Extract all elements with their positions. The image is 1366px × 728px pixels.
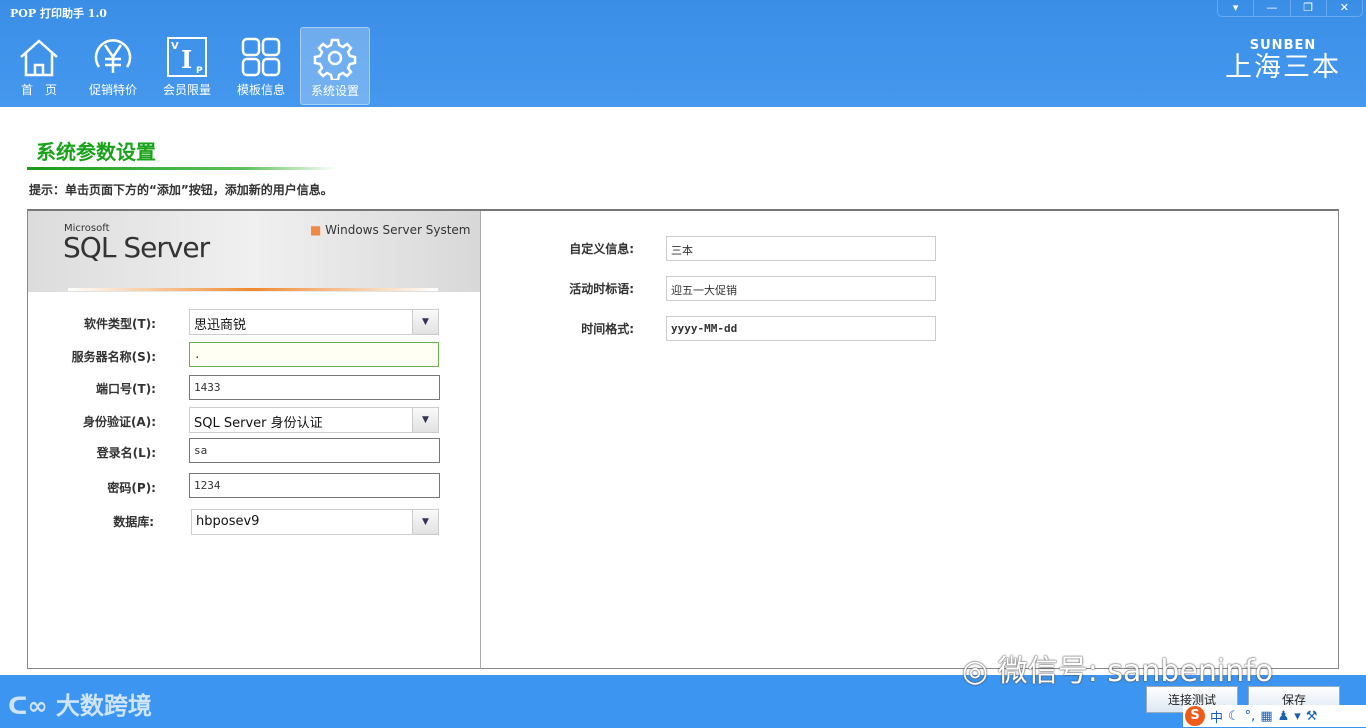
moon-icon[interactable]: ☾ bbox=[1228, 709, 1240, 724]
banner-product: SQL Server bbox=[63, 231, 210, 264]
minimize-button[interactable]: — bbox=[1254, 0, 1291, 16]
custom-info-label: 自定义信息: bbox=[569, 242, 634, 256]
port-label: 端口号(T): bbox=[96, 382, 156, 396]
password-label: 密码(P): bbox=[107, 481, 156, 495]
logo-mark-icon: ᑕ∞ bbox=[8, 692, 56, 720]
auth-select[interactable]: SQL Server 身份认证 ▼ bbox=[189, 407, 439, 433]
date-format-input[interactable]: yyyy-MM-dd bbox=[666, 316, 936, 341]
brand-en: SUNBEN bbox=[1249, 38, 1317, 53]
footer-logo: ᑕ∞ 大数跨境 bbox=[8, 686, 152, 721]
nav-home[interactable]: 首 页 bbox=[4, 27, 74, 105]
chevron-down-icon[interactable]: ▼ bbox=[412, 510, 438, 534]
database-select[interactable]: hbposev9 ▼ bbox=[191, 509, 439, 535]
custom-info-input[interactable]: 三本 bbox=[666, 236, 936, 261]
window-controls: ▾ — ❐ ✕ bbox=[1217, 0, 1363, 17]
title-divider bbox=[27, 167, 337, 170]
banner-wss-text: Windows Server System bbox=[325, 223, 471, 237]
punctuation-icon[interactable]: °, bbox=[1245, 709, 1256, 724]
header-bar: POP 打印助手 1.0 ▾ — ❐ ✕ 首 页 促销特价 VIP 会员限量 模… bbox=[0, 0, 1366, 107]
date-format-label: 时间格式: bbox=[581, 322, 634, 336]
login-input[interactable]: sa bbox=[189, 438, 440, 463]
password-input[interactable]: 1234 bbox=[189, 473, 440, 498]
watermark: ◎ 微信号: sanbeninfo bbox=[962, 646, 1273, 690]
brand-cn: 上海三本 bbox=[1225, 52, 1341, 83]
server-name-label: 服务器名称(S): bbox=[71, 350, 156, 364]
windows-flag-icon: ■ bbox=[310, 223, 322, 237]
svg-text:P: P bbox=[196, 66, 203, 76]
banner-accent bbox=[68, 288, 438, 291]
close-button[interactable]: ✕ bbox=[1327, 0, 1362, 16]
nav-templates[interactable]: 模板信息 bbox=[226, 27, 296, 105]
sql-server-banner: Microsoft SQL Server ■ Windows Server Sy… bbox=[28, 211, 480, 292]
window-title: POP 打印助手 1.0 bbox=[10, 7, 107, 20]
slogan-label: 活动时标语: bbox=[569, 282, 634, 296]
login-label: 登录名(L): bbox=[96, 446, 156, 460]
sogou-icon[interactable]: S bbox=[1185, 706, 1205, 726]
nav-label: 首 页 bbox=[20, 83, 57, 97]
wechat-icon: ◎ bbox=[962, 654, 989, 689]
auth-label: 身份验证(A): bbox=[82, 415, 156, 429]
gear-icon bbox=[313, 38, 357, 80]
user-icon[interactable]: ♟ bbox=[1278, 709, 1290, 724]
slogan-input[interactable]: 迎五一大促销 bbox=[666, 276, 936, 301]
nav-label: 促销特价 bbox=[88, 83, 137, 97]
grid-icon bbox=[241, 37, 281, 77]
svg-text:I: I bbox=[181, 45, 192, 74]
vip-icon: VIP bbox=[167, 37, 207, 77]
database-value: hbposev9 bbox=[196, 514, 260, 529]
watermark-text: 微信号: sanbeninfo bbox=[997, 654, 1274, 689]
page-title: 系统参数设置 bbox=[36, 140, 156, 164]
settings-panel: Microsoft SQL Server ■ Windows Server Sy… bbox=[27, 209, 1339, 669]
hint-text: 提示：单击页面下方的“添加”按钮，添加新的用户信息。 bbox=[29, 183, 333, 197]
nav-promotions[interactable]: 促销特价 bbox=[78, 27, 148, 105]
menu-dropdown-button[interactable]: ▾ bbox=[1218, 0, 1255, 16]
ime-toolbar[interactable]: S 中 ☾ °, ▦ ♟ ▾ ⚒ bbox=[1183, 705, 1366, 727]
database-label: 数据库: bbox=[113, 515, 154, 529]
shirt-icon[interactable]: ▾ bbox=[1294, 709, 1301, 724]
restore-button[interactable]: ❐ bbox=[1291, 0, 1327, 16]
software-type-value: 思迅商锐 bbox=[194, 318, 247, 333]
brand-logo: SUNBEN 上海三本 bbox=[1222, 38, 1344, 83]
chevron-down-icon[interactable]: ▼ bbox=[412, 310, 438, 334]
nav-vip[interactable]: VIP 会员限量 bbox=[152, 27, 222, 105]
auth-value: SQL Server 身份认证 bbox=[194, 416, 323, 431]
keyboard-icon[interactable]: ▦ bbox=[1260, 709, 1272, 724]
nav-label: 系统设置 bbox=[310, 84, 359, 98]
nav-label: 会员限量 bbox=[162, 83, 211, 97]
port-input[interactable]: 1433 bbox=[189, 375, 440, 400]
banner-wss: ■ Windows Server System bbox=[310, 223, 470, 237]
chevron-down-icon[interactable]: ▼ bbox=[412, 408, 438, 432]
software-type-select[interactable]: 思迅商锐 ▼ bbox=[189, 309, 439, 335]
wrench-icon[interactable]: ⚒ bbox=[1306, 709, 1318, 724]
software-type-label: 软件类型(T): bbox=[84, 317, 156, 331]
server-name-input[interactable]: . bbox=[189, 342, 439, 367]
nav-settings[interactable]: 系统设置 bbox=[300, 27, 370, 105]
nav-label: 模板信息 bbox=[236, 83, 285, 97]
home-icon bbox=[20, 39, 58, 77]
yen-icon bbox=[94, 39, 132, 73]
ime-mode[interactable]: 中 bbox=[1210, 707, 1223, 726]
logo-text: 大数跨境 bbox=[55, 692, 152, 720]
svg-text:V: V bbox=[171, 41, 179, 52]
